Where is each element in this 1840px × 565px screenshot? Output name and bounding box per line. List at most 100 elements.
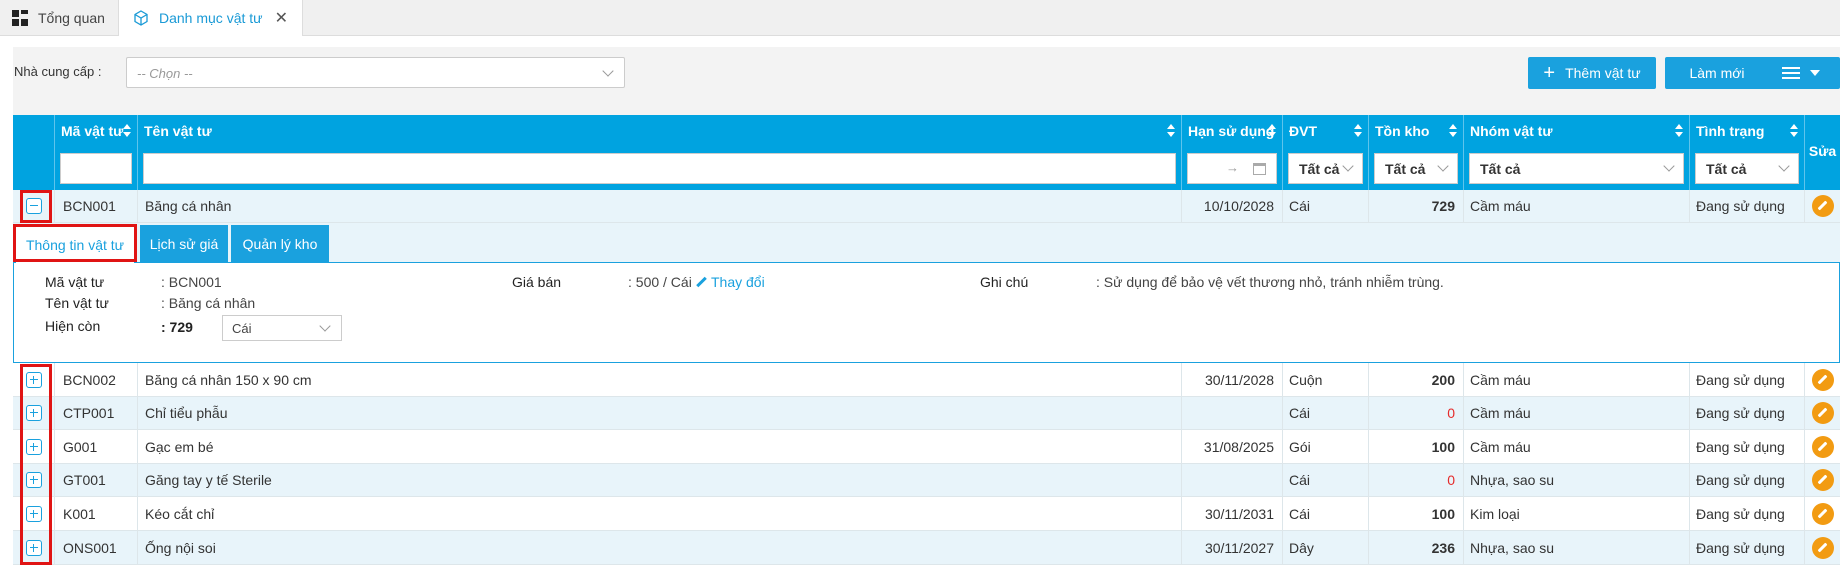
expand-cell [13, 397, 55, 429]
detail-name-label: Tên vật tư [45, 295, 109, 311]
edit-cell [1805, 190, 1840, 222]
edit-cell [1805, 397, 1840, 429]
detail-note-label: Ghi chú [980, 274, 1029, 290]
refresh-button[interactable]: Làm mới [1665, 57, 1769, 89]
filter-unit-select[interactable]: Tất cả [1288, 153, 1363, 184]
cell-group: Nhựa, sao su [1464, 464, 1690, 496]
edit-pencil-icon[interactable] [1811, 469, 1834, 491]
header-stock[interactable]: Tồn kho Tất cả [1369, 115, 1464, 190]
cell-group: Nhựa, sao su [1464, 531, 1690, 564]
detail-name-value: : Băng cá nhân [161, 295, 256, 311]
change-price-label: Thay đổi [711, 274, 765, 290]
header-status[interactable]: Tình trạng Tất cả [1690, 115, 1805, 190]
cube-icon [134, 10, 148, 26]
expand-icon[interactable] [25, 539, 42, 556]
sort-icon[interactable] [1449, 124, 1457, 138]
header-name[interactable]: Tên vật tư [138, 115, 1182, 190]
change-price-link[interactable]: Thay đổi [694, 274, 765, 290]
edit-cell [1805, 497, 1840, 530]
cell-name: Kéo cắt chỉ [138, 497, 1182, 530]
expand-cell [13, 190, 55, 222]
cell-code: BCN001 [55, 190, 138, 222]
supplier-select[interactable]: -- Chọn -- [126, 57, 625, 88]
column-menu-button[interactable] [1761, 57, 1840, 89]
chevron-down-icon [1663, 160, 1675, 172]
edit-pencil-icon[interactable] [1811, 368, 1834, 391]
refresh-button-label: Làm mới [1689, 65, 1745, 81]
cell-group: Cầm máu [1464, 397, 1690, 429]
detail-tab-info[interactable]: Thông tin vật tư [15, 225, 135, 263]
detail-price-value: : 500 / Cái [628, 274, 692, 290]
sort-icon[interactable] [1167, 124, 1175, 138]
header-name-title: Tên vật tư [144, 123, 212, 139]
detail-tab-stock-management[interactable]: Quản lý kho [231, 225, 329, 263]
edit-pencil-icon[interactable] [1811, 402, 1834, 424]
cell-stock: 0 [1369, 397, 1464, 429]
filter-group-select[interactable]: Tất cả [1469, 153, 1684, 184]
cell-unit: Cái [1283, 497, 1369, 530]
edit-cell [1805, 464, 1840, 496]
header-expand-column [13, 115, 55, 190]
table-row[interactable]: BCN002 Băng cá nhân 150 x 90 cm 30/11/20… [13, 363, 1840, 397]
chevron-down-icon [1437, 160, 1449, 172]
filter-expiry-daterange[interactable]: → [1187, 153, 1277, 184]
cell-unit: Dây [1283, 531, 1369, 564]
edit-cell [1805, 430, 1840, 463]
header-code-title: Mã vật tư [61, 123, 124, 139]
cell-expiry: 10/10/2028 [1182, 190, 1283, 222]
cell-status: Đang sử dụng [1690, 397, 1805, 429]
tab-overview[interactable]: Tổng quan [0, 0, 118, 36]
table-row[interactable]: G001 Gạc em bé 31/08/2025 Gói 100 Cầm má… [13, 430, 1840, 464]
date-range-arrow: → [1226, 160, 1239, 175]
cell-group: Cầm máu [1464, 363, 1690, 396]
table-row[interactable]: GT001 Găng tay y tế Sterile Cái 0 Nhựa, … [13, 464, 1840, 497]
tab-supplies-catalog[interactable]: Danh mục vật tư ✕ [118, 0, 303, 36]
expand-icon[interactable] [25, 405, 42, 421]
calendar-icon[interactable] [1253, 163, 1266, 175]
collapse-icon[interactable] [25, 198, 42, 214]
cell-unit: Gói [1283, 430, 1369, 463]
filter-code-input[interactable] [60, 153, 132, 184]
sort-icon[interactable] [1790, 124, 1798, 138]
cell-name: Băng cá nhân [138, 190, 1182, 222]
edit-pencil-icon[interactable] [1811, 502, 1834, 525]
sort-icon[interactable] [123, 124, 131, 138]
header-code[interactable]: Mã vật tư [55, 115, 138, 190]
close-icon[interactable]: ✕ [275, 8, 288, 28]
table-row[interactable]: ONS001 Ống nội soi 30/11/2027 Dây 236 Nh… [13, 531, 1840, 565]
expand-icon[interactable] [25, 371, 42, 388]
expand-icon[interactable] [25, 438, 42, 455]
table-row[interactable]: K001 Kéo cắt chỉ 30/11/2031 Cái 100 Kim … [13, 497, 1840, 531]
sort-icon[interactable] [1675, 124, 1683, 138]
table-row[interactable]: CTP001 Chỉ tiểu phẫu Cái 0 Cầm máu Đang … [13, 397, 1840, 430]
header-status-title: Tình trạng [1696, 123, 1765, 139]
detail-unit-select[interactable]: Cái [222, 315, 342, 341]
detail-code-value: : BCN001 [161, 274, 222, 290]
sort-icon[interactable] [1268, 124, 1276, 138]
detail-stock-value-wrap: : 729 [161, 319, 193, 335]
detail-price-label: Giá bán [512, 274, 562, 290]
edit-pencil-icon[interactable] [1811, 536, 1834, 559]
cell-name: Băng cá nhân 150 x 90 cm [138, 363, 1182, 396]
edit-pencil-icon[interactable] [1811, 195, 1834, 217]
cell-code: K001 [55, 497, 138, 530]
table-row[interactable]: BCN001 Băng cá nhân 10/10/2028 Cái 729 C… [13, 190, 1840, 223]
cell-stock: 729 [1369, 190, 1464, 222]
expand-icon[interactable] [25, 505, 42, 522]
header-expiry[interactable]: Hạn sử dụng → [1182, 115, 1283, 190]
header-group[interactable]: Nhóm vật tư Tất cả [1464, 115, 1690, 190]
filter-status-select[interactable]: Tất cả [1695, 153, 1799, 184]
pencil-icon [696, 276, 707, 288]
cell-expiry: 30/11/2031 [1182, 497, 1283, 530]
filter-stock-select[interactable]: Tất cả [1374, 153, 1458, 184]
edit-pencil-icon[interactable] [1811, 435, 1834, 458]
filter-name-input[interactable] [143, 153, 1176, 184]
sort-icon[interactable] [1354, 124, 1362, 138]
header-group-title: Nhóm vật tư [1470, 123, 1553, 139]
header-unit[interactable]: ĐVT Tất cả [1283, 115, 1369, 190]
detail-tab-price-history[interactable]: Lịch sử giá [140, 225, 228, 263]
cell-code: ONS001 [55, 531, 138, 564]
add-supply-button[interactable]: + Thêm vật tư [1528, 57, 1656, 89]
cell-code: GT001 [55, 464, 138, 496]
expand-icon[interactable] [25, 472, 42, 488]
